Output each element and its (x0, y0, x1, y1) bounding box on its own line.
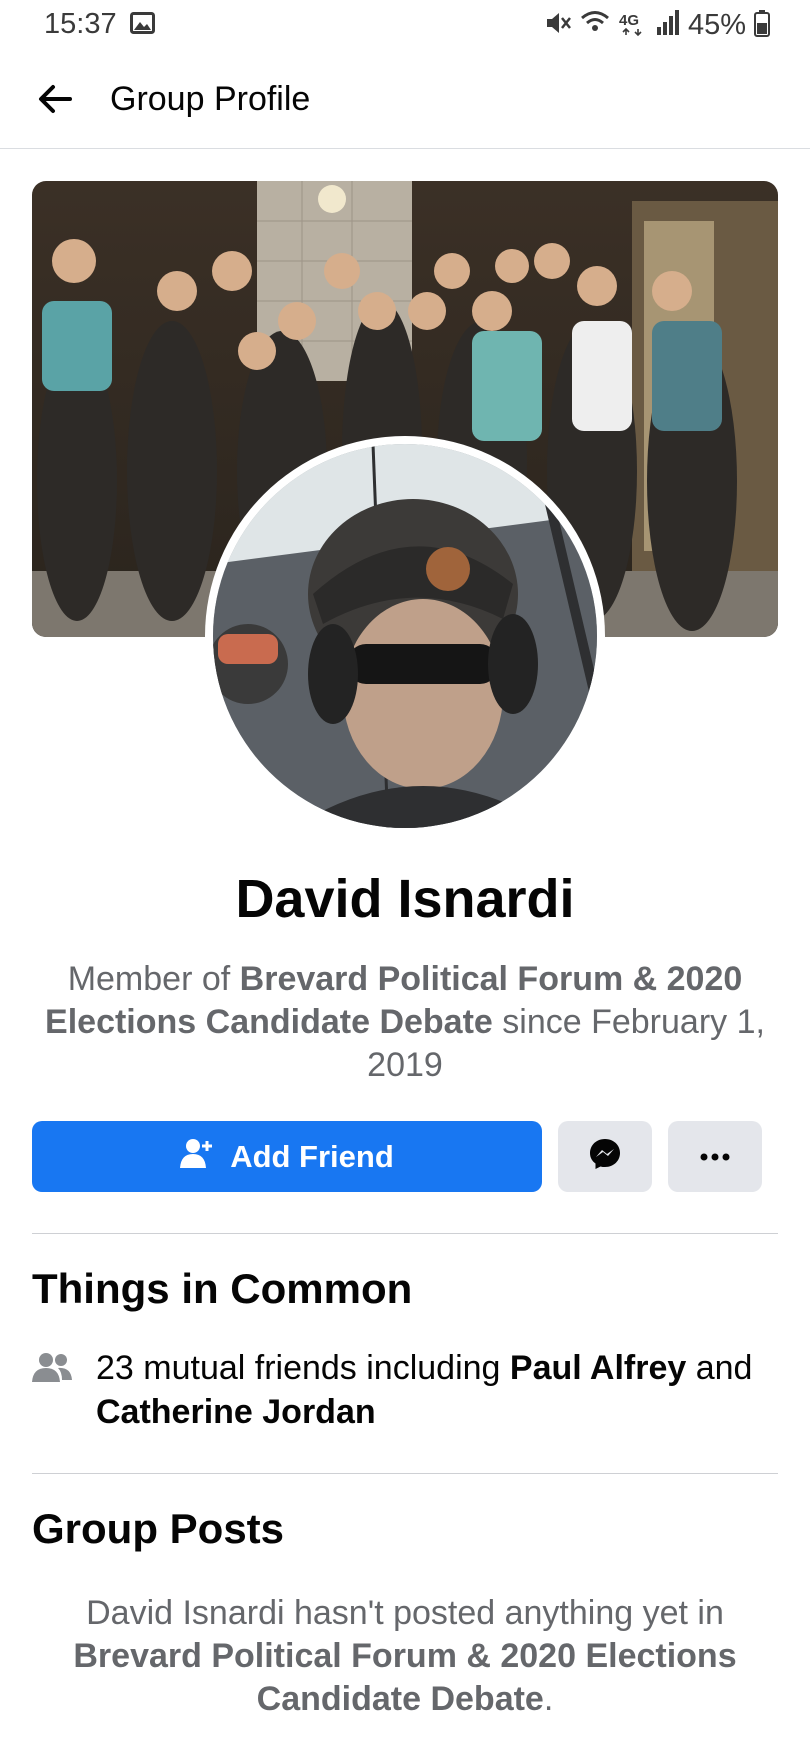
message-button[interactable] (558, 1121, 652, 1192)
mutual-friends-joiner: and (686, 1349, 753, 1387)
avatar[interactable] (213, 444, 597, 828)
battery-percent: 45% (687, 8, 746, 41)
4g-icon: 4G (618, 9, 648, 42)
mutual-friends-icon (32, 1352, 72, 1382)
divider (32, 1233, 778, 1234)
signal-icon (656, 9, 680, 42)
things-in-common-title: Things in Common (32, 1265, 413, 1312)
app-header: Group Profile (0, 50, 810, 149)
mutual-friend-link[interactable]: Paul Alfrey (510, 1349, 686, 1387)
empty-prefix: David Isnardi hasn't posted anything yet… (86, 1594, 724, 1632)
mutual-friends-count: 23 mutual friends including (96, 1349, 510, 1387)
mute-icon (544, 9, 572, 42)
status-indicators: 4G 45% (544, 8, 770, 42)
battery-icon (754, 9, 770, 42)
svg-text:4G: 4G (619, 12, 639, 29)
membership-prefix: Member of (67, 960, 240, 998)
add-friend-button[interactable]: Add Friend (32, 1121, 542, 1192)
wifi-icon (580, 9, 610, 42)
profile-name: David Isnardi (235, 869, 575, 929)
more-button[interactable] (668, 1121, 762, 1192)
page-title: Group Profile (110, 80, 311, 118)
back-arrow-icon[interactable] (36, 80, 74, 118)
group-posts-empty-message: David Isnardi hasn't posted anything yet… (40, 1592, 770, 1721)
messenger-icon (588, 1137, 622, 1176)
membership-info: Member of Brevard Political Forum & 2020… (30, 958, 780, 1087)
group-link[interactable]: Brevard Political Forum & 2020 Elections… (73, 1637, 736, 1718)
gallery-icon (130, 12, 155, 34)
add-friend-label: Add Friend (230, 1138, 394, 1174)
mutual-friends-text: 23 mutual friends including Paul Alfrey … (96, 1346, 776, 1434)
status-time: 15:37 (44, 8, 117, 40)
add-friend-icon (180, 1137, 216, 1177)
divider (32, 1473, 778, 1474)
more-dots-icon (700, 1148, 730, 1166)
status-bar: 15:37 4G 45% (0, 0, 810, 50)
empty-suffix: . (543, 1680, 554, 1718)
group-posts-title: Group Posts (32, 1505, 285, 1552)
mutual-friend-link[interactable]: Catherine Jordan (96, 1393, 376, 1431)
